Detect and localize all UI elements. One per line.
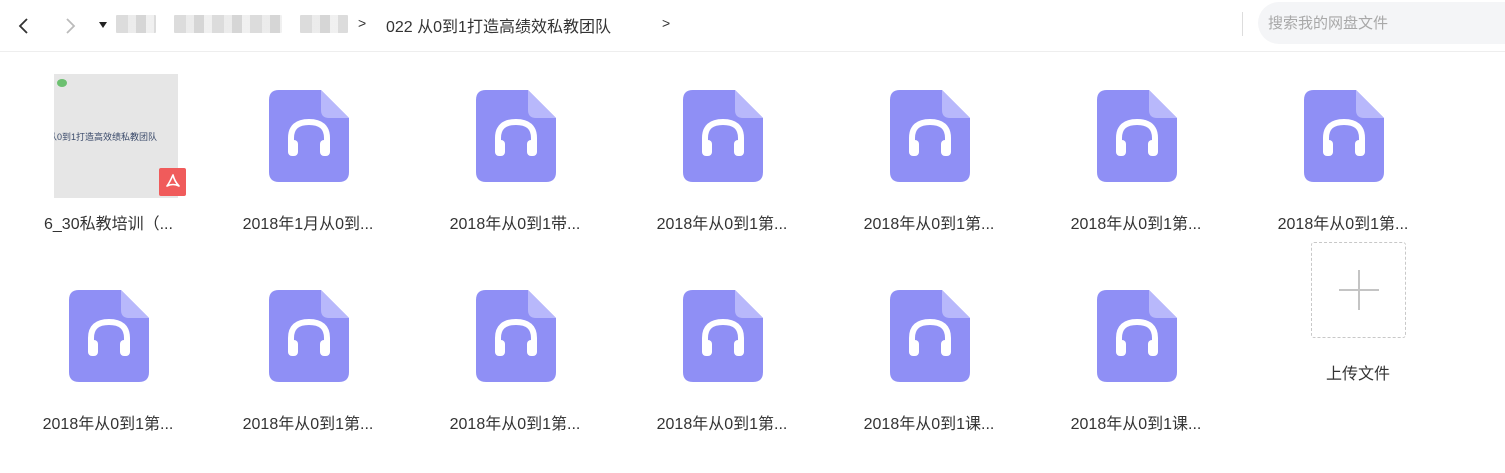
audio-file-icon	[69, 290, 149, 382]
breadcrumb-current-folder[interactable]: 022 从0到1打造高绩效私教团队	[386, 13, 611, 37]
file-name: 6_30私教培训（...	[44, 216, 173, 233]
audio-file-icon	[269, 290, 349, 382]
file-name: 2018年从0到1第...	[656, 216, 788, 233]
file-tile-audio[interactable]: 2018年从0到1带...	[434, 52, 624, 242]
caret-down-icon	[99, 22, 107, 28]
audio-file-icon	[1304, 90, 1384, 182]
file-tile-audio[interactable]: 2018年1月从0到...	[227, 52, 417, 242]
audio-file-icon	[1097, 90, 1177, 182]
file-tile-audio[interactable]: 2018年从0到1第...	[1262, 52, 1452, 242]
upload-button[interactable]	[1311, 242, 1406, 338]
wechat-icon	[57, 79, 67, 87]
file-tile-audio[interactable]: 2018年从0到1第...	[641, 52, 831, 242]
audio-file-icon	[683, 290, 763, 382]
search-box[interactable]	[1258, 2, 1505, 44]
forward-button[interactable]	[56, 12, 84, 40]
search-input[interactable]	[1266, 13, 1496, 33]
file-name: 2018年1月从0到...	[242, 216, 374, 233]
file-name: 2018年从0到1第...	[449, 416, 581, 433]
plus-icon	[1338, 270, 1379, 310]
file-tile-audio[interactable]: 2018年从0到1第...	[27, 252, 217, 442]
file-name: 2018年从0到1第...	[1070, 216, 1202, 233]
file-tile-pdf[interactable]: 从0到1打造高效绩私教团队 6_30私教培训（...	[0, 52, 190, 242]
file-name: 2018年从0到1课...	[863, 416, 995, 433]
audio-file-icon	[476, 90, 556, 182]
divider	[1242, 12, 1243, 36]
breadcrumb-item-blurred[interactable]	[300, 15, 348, 33]
audio-file-icon	[269, 90, 349, 182]
file-tile-audio[interactable]: 2018年从0到1第...	[227, 252, 417, 442]
back-button[interactable]	[10, 12, 38, 40]
file-name: 2018年从0到1课...	[1070, 416, 1202, 433]
file-tile-audio[interactable]: 2018年从0到1第...	[641, 252, 831, 442]
file-tile-audio[interactable]: 2018年从0到1第...	[1055, 52, 1245, 242]
history-dropdown-button[interactable]	[97, 19, 109, 31]
chevron-left-icon	[18, 18, 28, 34]
breadcrumb-item-blurred[interactable]	[174, 15, 282, 33]
file-tile-audio[interactable]: 2018年从0到1课...	[1055, 252, 1245, 442]
pdf-icon	[159, 168, 186, 196]
file-name: 2018年从0到1第...	[242, 416, 374, 433]
audio-file-icon	[890, 290, 970, 382]
file-name: 2018年从0到1第...	[863, 216, 995, 233]
file-tile-audio[interactable]: 2018年从0到1课...	[848, 252, 1038, 442]
top-toolbar: > 022 从0到1打造高绩效私教团队 >	[0, 0, 1505, 52]
breadcrumb-trailing-separator[interactable]: >	[662, 15, 670, 31]
file-tile-audio[interactable]: 2018年从0到1第...	[848, 52, 1038, 242]
file-tile-audio[interactable]: 2018年从0到1第...	[434, 252, 624, 442]
upload-label[interactable]: 上传文件	[1288, 360, 1428, 384]
file-name: 2018年从0到1第...	[656, 416, 788, 433]
audio-file-icon	[890, 90, 970, 182]
file-name: 2018年从0到1带...	[449, 216, 581, 233]
file-name: 2018年从0到1第...	[42, 416, 174, 433]
audio-file-icon	[683, 90, 763, 182]
file-name: 2018年从0到1第...	[1277, 216, 1409, 233]
audio-file-icon	[1097, 290, 1177, 382]
audio-file-icon	[476, 290, 556, 382]
chevron-right-icon	[66, 18, 76, 34]
pdf-preview-text: 从0到1打造高效绩私教团队	[54, 132, 158, 142]
breadcrumb-item-blurred[interactable]	[116, 15, 156, 33]
breadcrumb-separator: >	[358, 15, 367, 31]
